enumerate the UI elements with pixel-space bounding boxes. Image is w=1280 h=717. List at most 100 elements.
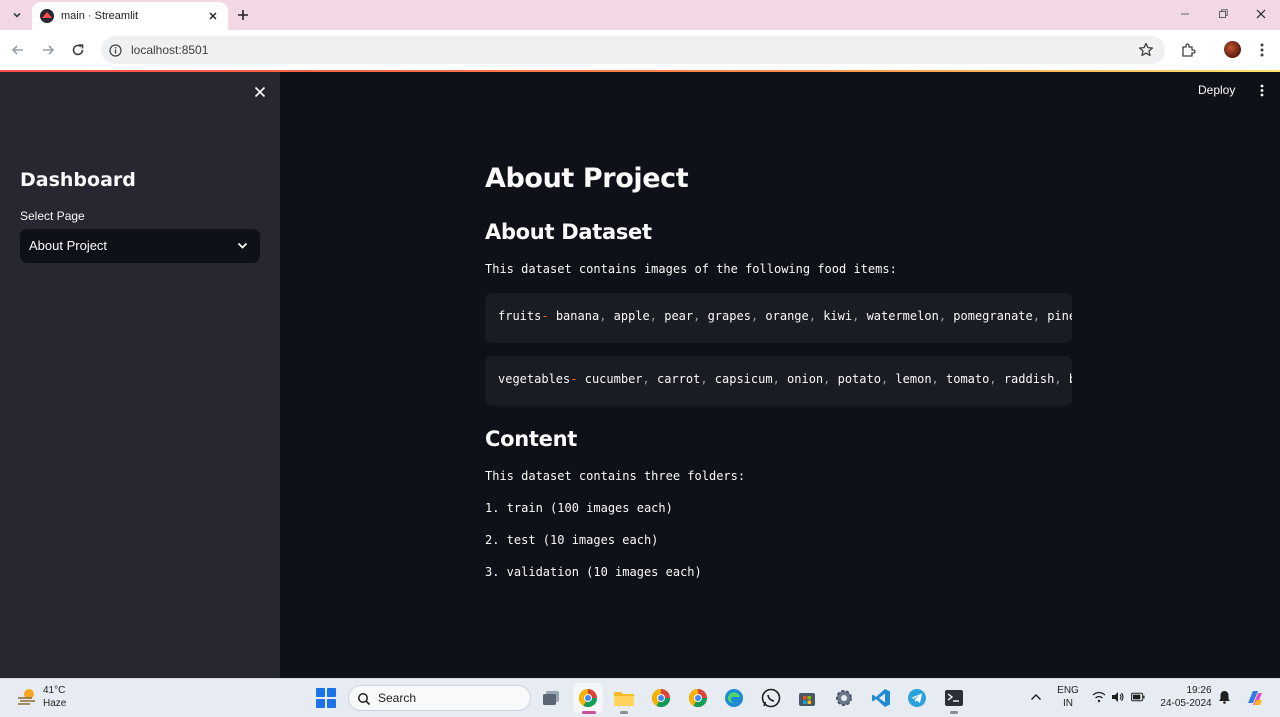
page-select-value[interactable]: About Project — [29, 238, 107, 253]
dataset-intro: This dataset contains images of the foll… — [485, 262, 897, 276]
profile-avatar[interactable] — [1224, 41, 1241, 58]
close-sidebar-icon[interactable] — [252, 84, 268, 100]
content-intro: This dataset contains three folders: — [485, 469, 746, 483]
tab-title: main · Streamlit — [61, 10, 139, 22]
chevron-down-icon[interactable] — [236, 240, 248, 252]
vegetable-item: capsicum — [714, 372, 773, 386]
vegetable-item: cucumber — [584, 372, 643, 386]
volume-icon[interactable] — [1111, 690, 1125, 704]
code-separator: , — [852, 309, 867, 323]
code-separator: , — [642, 372, 657, 386]
deploy-button[interactable]: Deploy — [1198, 81, 1235, 99]
weather-haze-icon[interactable] — [16, 686, 38, 708]
settings-gear-icon[interactable] — [832, 686, 856, 710]
site-info-icon[interactable] — [108, 43, 122, 57]
content-heading: Content — [485, 427, 577, 451]
microsoft-store-icon[interactable] — [795, 686, 819, 710]
select-page-label: Select Page — [20, 209, 85, 223]
extensions-icon[interactable] — [1179, 41, 1197, 59]
chrome-profile-icon[interactable] — [686, 686, 710, 710]
taskbar-search[interactable] — [348, 685, 531, 711]
minimize-icon[interactable] — [1174, 4, 1196, 24]
dataset-heading: About Dataset — [485, 220, 652, 244]
bookmark-star-icon[interactable] — [1137, 41, 1155, 59]
notification-icon[interactable] — [1217, 690, 1231, 704]
streamlit-favicon-icon — [40, 9, 54, 23]
fruits-code-block: fruits- banana, apple, pear, grapes, ora… — [485, 293, 1072, 343]
fruit-item: pear — [664, 309, 694, 323]
code-separator: , — [823, 372, 838, 386]
vegetable-item: onion — [787, 372, 824, 386]
back-icon[interactable] — [8, 40, 28, 60]
folder-list-item: 2. test (10 images each) — [485, 533, 659, 547]
vegetable-item: lemon — [895, 372, 932, 386]
code-separator: , — [808, 309, 824, 323]
code-separator: , — [772, 372, 788, 386]
main-menu-icon[interactable] — [1254, 82, 1270, 98]
code-separator: , — [1032, 309, 1048, 323]
restore-icon[interactable] — [1212, 4, 1234, 24]
code-operator: - — [541, 309, 549, 323]
weather-temperature[interactable]: 41°C — [43, 685, 65, 696]
fruit-label: fruits — [498, 309, 542, 323]
chrome-profile-icon[interactable] — [649, 686, 673, 710]
clock-date[interactable]: 24-05-2024 — [1158, 698, 1214, 709]
forward-icon[interactable] — [38, 40, 58, 60]
telegram-icon[interactable] — [905, 686, 929, 710]
fruit-item: pineap — [1047, 309, 1072, 323]
browser-tab[interactable]: main · Streamlit — [32, 2, 228, 30]
folder-list-item: 1. train (100 images each) — [485, 501, 673, 515]
task-view-icon[interactable] — [539, 686, 563, 710]
running-app-indicator — [620, 711, 628, 714]
page-title: About Project — [485, 163, 689, 194]
language-region[interactable]: IN — [1054, 698, 1082, 709]
fruit-item: grapes — [707, 309, 751, 323]
fruit-item: apple — [613, 309, 650, 323]
weather-description[interactable]: Haze — [43, 698, 66, 709]
taskbar — [0, 678, 1280, 717]
code-separator: , — [649, 309, 665, 323]
fruit-item: pomegranate — [953, 309, 1033, 323]
terminal-icon[interactable] — [942, 686, 966, 710]
code-separator: , — [1054, 372, 1069, 386]
vegetable-label: vegetables — [498, 372, 571, 386]
address-bar[interactable] — [101, 36, 1165, 64]
code-operator: - — [570, 372, 578, 386]
code-separator: , — [599, 309, 614, 323]
search-icon[interactable] — [357, 691, 371, 706]
code-separator: , — [931, 372, 946, 386]
code-separator: , — [880, 372, 896, 386]
whatsapp-icon[interactable] — [759, 686, 783, 710]
vegetable-item: potato — [837, 372, 881, 386]
chevron-up-icon[interactable] — [1029, 690, 1043, 704]
browser-menu-icon[interactable] — [1253, 41, 1271, 59]
close-window-icon[interactable] — [1250, 4, 1272, 24]
url-text[interactable]: localhost:8501 — [131, 43, 208, 57]
language-indicator[interactable]: ENG — [1054, 685, 1082, 696]
code-separator: , — [700, 372, 715, 386]
vegetable-item: carrot — [656, 372, 701, 386]
wifi-icon[interactable] — [1092, 690, 1106, 704]
copilot-icon[interactable] — [1245, 688, 1265, 708]
vegetable-item: bee — [1069, 372, 1072, 386]
taskbar-search-label[interactable]: Search — [378, 691, 416, 705]
code-separator: , — [938, 309, 954, 323]
running-app-indicator — [950, 711, 958, 714]
clock-time[interactable]: 19:26 — [1178, 685, 1220, 696]
vegetable-item: raddish — [1003, 372, 1055, 386]
vscode-icon[interactable] — [869, 686, 893, 710]
code-separator: , — [693, 309, 708, 323]
folder-list-item: 3. validation (10 images each) — [485, 565, 702, 579]
new-tab-icon[interactable] — [234, 6, 252, 24]
edge-icon[interactable] — [722, 686, 746, 710]
file-explorer-icon[interactable] — [612, 686, 636, 710]
reload-icon[interactable] — [68, 40, 88, 60]
vegetables-code-block: vegetables- cucumber, carrot, capsicum, … — [485, 356, 1072, 406]
chrome-icon[interactable] — [576, 686, 600, 710]
windows-start-icon[interactable] — [316, 688, 336, 708]
fruit-item: banana — [555, 309, 600, 323]
battery-icon[interactable] — [1131, 690, 1145, 704]
tab-list-icon[interactable] — [6, 5, 28, 25]
fruit-item: kiwi — [823, 309, 853, 323]
close-tab-icon[interactable] — [206, 9, 220, 23]
